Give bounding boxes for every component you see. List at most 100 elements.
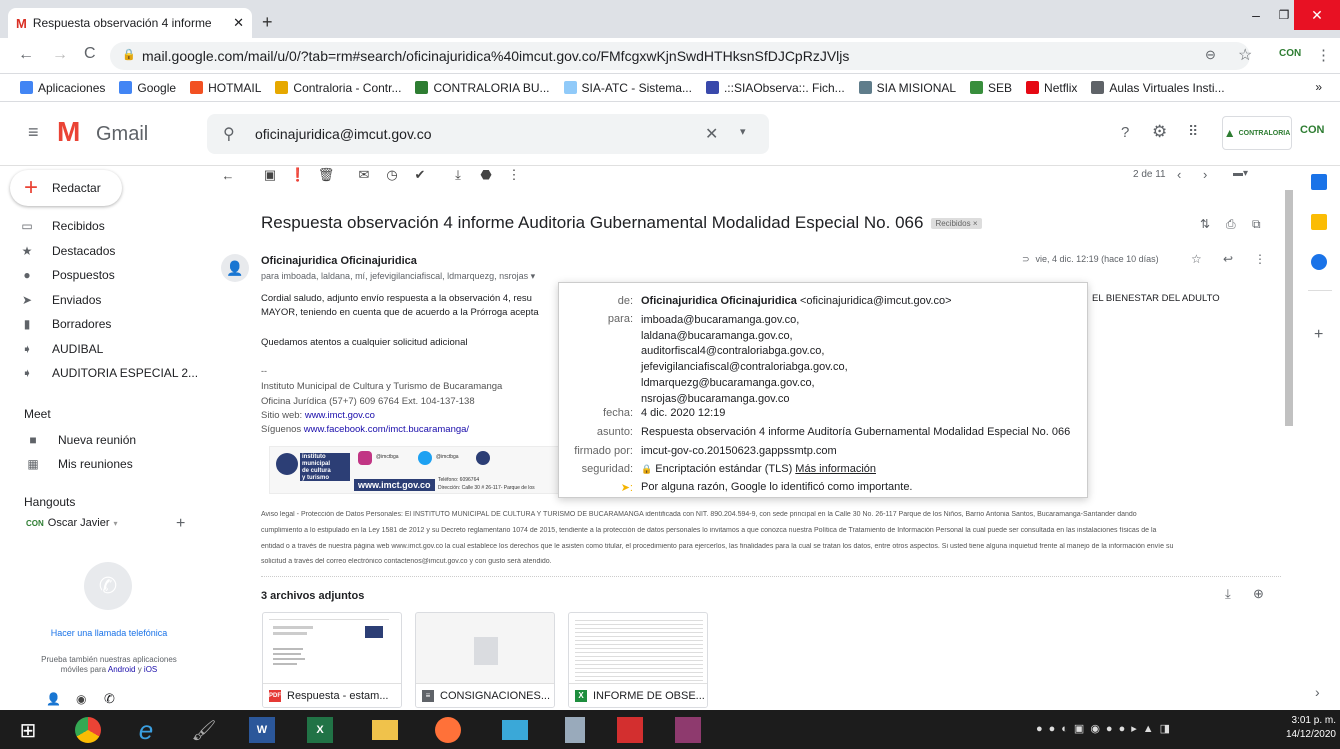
compose-button[interactable]: + Redactar <box>10 170 122 206</box>
delete-icon[interactable]: 🗑 <box>315 166 337 184</box>
input-tools-icon[interactable]: ▬▾ <box>1233 168 1248 179</box>
website-link[interactable]: www.imct.gov.co <box>305 410 375 421</box>
collapse-all-icon[interactable]: ⇅ <box>1200 217 1210 231</box>
back-to-list-icon[interactable]: ← <box>217 166 239 184</box>
nav-new-meeting[interactable]: ■ Nueva reunión <box>26 428 206 452</box>
hangouts-user[interactable]: CON Oscar Javier ▾ <box>26 517 118 529</box>
open-new-window-icon[interactable]: ⧉ <box>1252 217 1261 232</box>
move-to-icon[interactable]: ⤓ <box>447 166 469 184</box>
add-contact-icon[interactable]: + <box>176 515 185 533</box>
main-menu-icon[interactable]: ≡ <box>28 122 39 143</box>
nav-item[interactable]: ➧ AUDIBAL <box>20 337 200 361</box>
phone-call-link[interactable]: Hacer una llamada telefónica <box>0 628 218 638</box>
bookmark-item[interactable]: SIA-ATC - Sistema... <box>563 81 692 95</box>
facebook-link[interactable]: www.facebook.com/imct.bucaramanga/ <box>304 424 469 435</box>
account-avatar[interactable]: CON <box>1300 124 1324 136</box>
forward-icon[interactable]: → <box>52 46 68 64</box>
photos-icon[interactable] <box>495 714 535 746</box>
print-icon[interactable]: ⎙ <box>1226 217 1236 232</box>
bookmark-item[interactable]: Aulas Virtuales Insti... <box>1091 81 1225 95</box>
recipients-line[interactable]: para imboada, laldana, mí, jefevigilanci… <box>261 271 535 282</box>
show-details-icon[interactable]: ▾ <box>531 271 536 281</box>
scrollbar[interactable] <box>1285 190 1293 426</box>
attachment-card[interactable]: ≡ CONSIGNACIONES... <box>415 612 555 708</box>
reload-icon[interactable]: C <box>84 45 96 63</box>
close-tab-icon[interactable]: ✕ <box>233 15 244 31</box>
sender-name[interactable]: Oficinajuridica Oficinajuridica <box>261 255 417 267</box>
more-bookmarks-icon[interactable]: » <box>1315 80 1322 94</box>
get-addons-icon[interactable]: + <box>1314 326 1323 344</box>
more-info-link[interactable]: Más información <box>795 463 876 475</box>
apps-grid-icon[interactable]: ⠿ <box>1188 123 1198 140</box>
file-explorer-icon[interactable] <box>365 714 405 746</box>
word-icon[interactable]: W <box>242 714 282 746</box>
archive-icon[interactable]: ▣ <box>259 166 281 184</box>
bookmark-item[interactable]: Google <box>119 81 176 95</box>
search-icon[interactable]: ⚲ <box>223 124 235 144</box>
snooze-icon[interactable]: ◷ <box>381 166 403 184</box>
close-window-button[interactable]: ✕ <box>1294 0 1340 30</box>
bookmark-item[interactable]: CONTRALORIA BU... <box>415 81 550 95</box>
chat-icon[interactable]: ◉ <box>76 692 86 706</box>
expand-panel-icon[interactable]: › <box>1315 684 1320 700</box>
bookmark-item[interactable]: .::SIAObserva::. Fich... <box>705 81 845 95</box>
next-email-icon[interactable]: › <box>1203 167 1207 182</box>
bookmark-item[interactable]: HOTMAIL <box>190 81 261 95</box>
system-tray[interactable]: ●●◐▣◉●●▸▲◨ <box>1036 722 1176 735</box>
email-more-icon[interactable]: ⋮ <box>1254 252 1266 266</box>
help-icon[interactable]: ? <box>1121 124 1129 141</box>
acrobat-icon[interactable] <box>610 714 650 746</box>
browser-tab[interactable]: M Respuesta observación 4 informe ✕ <box>8 8 252 38</box>
tasks-app-icon[interactable] <box>1311 254 1327 270</box>
android-link[interactable]: Android <box>108 665 136 674</box>
url-field[interactable]: 🔒 mail.google.com/mail/u/0/?tab=rm#searc… <box>110 42 1250 70</box>
reply-icon[interactable]: ↩ <box>1223 252 1233 266</box>
more-actions-icon[interactable]: ⋮ <box>503 166 525 184</box>
previous-email-icon[interactable]: ‹ <box>1177 167 1181 182</box>
clear-search-icon[interactable]: ✕ <box>705 124 718 144</box>
nav-item[interactable]: ▮ Borradores <box>20 312 200 336</box>
nav-item[interactable]: ➧ AUDITORIA ESPECIAL 2... <box>20 361 200 385</box>
bookmark-item[interactable]: SIA MISIONAL <box>858 81 956 95</box>
firefox-icon[interactable] <box>428 714 468 746</box>
org-logo[interactable]: ▲ CONTRALORIA <box>1222 116 1292 150</box>
phone-icon[interactable]: ✆ <box>104 691 115 707</box>
keep-app-icon[interactable] <box>1311 214 1327 230</box>
internet-explorer-icon[interactable]: e <box>126 714 166 746</box>
attachment-card[interactable]: X INFORME DE OBSE... <box>568 612 708 708</box>
nav-my-meetings[interactable]: ▦ Mis reuniones <box>26 452 206 476</box>
add-task-icon[interactable]: ✔ <box>409 166 431 184</box>
nav-item[interactable]: ★ Destacados <box>20 239 200 263</box>
label-chip[interactable]: Recibidos × <box>931 217 982 229</box>
back-icon[interactable]: ← <box>18 46 34 64</box>
gmail-logo-icon[interactable]: M <box>57 116 80 148</box>
calendar-app-icon[interactable] <box>1311 174 1327 190</box>
zoom-icon[interactable]: ⊖ <box>1205 47 1216 63</box>
clock[interactable]: 3:01 p. m. 14/12/2020 <box>1272 714 1336 742</box>
excel-icon[interactable]: X <box>300 714 340 746</box>
bookmark-star-icon[interactable]: ☆ <box>1238 45 1252 65</box>
nav-item[interactable]: ➤ Enviados <box>20 288 200 312</box>
attachment-card[interactable]: PDF Respuesta - estam... <box>262 612 402 708</box>
bookmark-item[interactable]: Contraloria - Contr... <box>275 81 401 95</box>
bookmark-item[interactable]: Aplicaciones <box>20 81 105 95</box>
mark-unread-icon[interactable]: ✉ <box>353 166 375 184</box>
browser-menu-icon[interactable]: ⋮ <box>1316 46 1331 64</box>
winrar-icon[interactable] <box>668 714 708 746</box>
star-email-icon[interactable]: ☆ <box>1191 252 1202 266</box>
labels-icon[interactable]: ⬣ <box>475 166 497 184</box>
contacts-icon[interactable]: 👤 <box>46 692 61 706</box>
nav-item[interactable]: ▭ Recibidos <box>20 214 200 238</box>
bookmark-item[interactable]: SEB <box>970 81 1012 95</box>
download-all-icon[interactable]: ⤓ <box>1225 586 1231 602</box>
paint-icon[interactable]: 🖌 <box>184 714 224 746</box>
new-tab-button[interactable]: + <box>262 12 273 33</box>
windows-start-icon[interactable]: ⊞ <box>8 714 48 746</box>
nav-item[interactable]: ● Pospuestos <box>20 263 200 287</box>
search-box[interactable]: ⚲ oficinajuridica@imcut.gov.co ✕ ▾ <box>207 114 769 154</box>
report-spam-icon[interactable]: ❗ <box>287 166 309 184</box>
ios-link[interactable]: iOS <box>144 665 157 674</box>
extension-icon[interactable]: CON <box>1279 48 1301 59</box>
chrome-icon[interactable] <box>68 714 108 746</box>
search-input[interactable]: oficinajuridica@imcut.gov.co <box>255 126 432 142</box>
